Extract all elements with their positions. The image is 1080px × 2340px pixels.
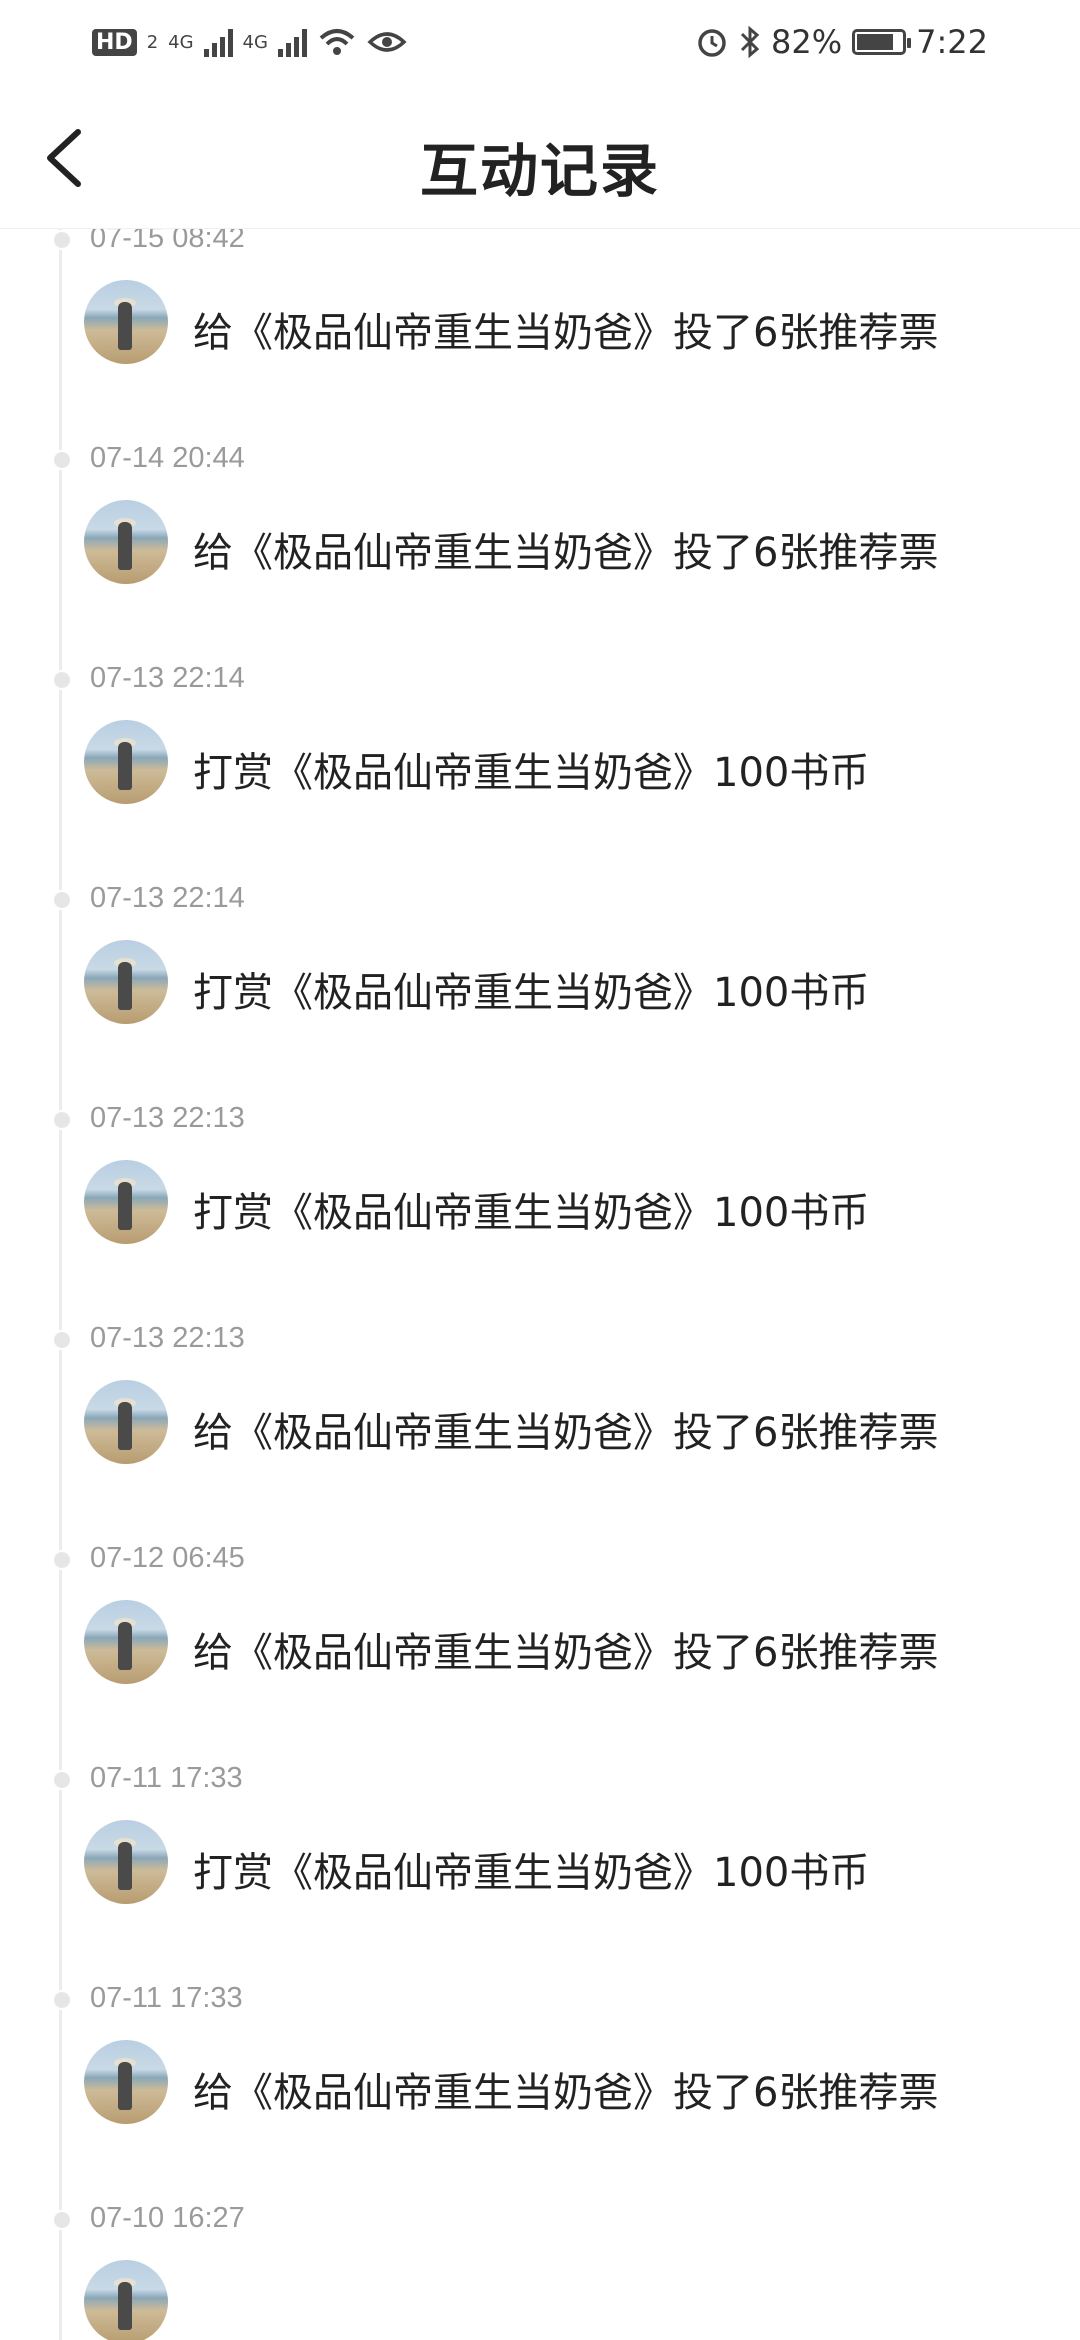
record-item[interactable]: 07-11 17:33 给《极品仙帝重生当奶爸》投了6张推荐票	[0, 1898, 1080, 2124]
wifi-icon	[319, 29, 355, 55]
record-text: 打赏《极品仙帝重生当奶爸》100书币	[193, 1190, 870, 1236]
avatar[interactable]	[84, 2040, 168, 2124]
record-text: 给《极品仙帝重生当奶爸》投了6张推荐票	[193, 530, 939, 576]
record-time: 07-13 22:13	[90, 1102, 245, 1134]
timeline-dot	[52, 1550, 72, 1570]
avatar[interactable]	[84, 1820, 168, 1904]
eye-icon	[367, 32, 407, 52]
timeline-dot	[52, 670, 72, 690]
hd-badge-sub: 2	[146, 31, 159, 53]
record-time: 07-12 06:45	[90, 1542, 245, 1574]
avatar[interactable]	[84, 2260, 168, 2340]
avatar[interactable]	[84, 1600, 168, 1684]
timeline-dot	[52, 2210, 72, 2230]
hd-badge: HD	[92, 28, 137, 56]
timeline-dot	[52, 1990, 72, 2010]
avatar[interactable]	[84, 940, 168, 1024]
record-time: 07-13 22:14	[90, 882, 245, 914]
record-time: 07-11 17:33	[90, 1982, 243, 2014]
record-text: 打赏《极品仙帝重生当奶爸》100书币	[193, 750, 870, 796]
record-item[interactable]: 07-14 20:44 给《极品仙帝重生当奶爸》投了6张推荐票	[0, 358, 1080, 584]
status-right-icons: 82% 7:22	[695, 22, 988, 62]
avatar[interactable]	[84, 1380, 168, 1464]
record-item[interactable]: 07-13 22:13 打赏《极品仙帝重生当奶爸》100书币	[0, 1018, 1080, 1244]
timeline-dot	[52, 1110, 72, 1130]
header: 互动记录	[0, 86, 1080, 229]
bluetooth-icon	[740, 25, 760, 59]
record-item[interactable]: 07-13 22:14 打赏《极品仙帝重生当奶爸》100书币	[0, 798, 1080, 1024]
record-item[interactable]: 07-12 06:45 给《极品仙帝重生当奶爸》投了6张推荐票	[0, 1458, 1080, 1684]
signal-icon-2	[277, 27, 307, 57]
signal-icon	[203, 27, 233, 57]
timeline-dot	[52, 450, 72, 470]
status-time: 7:22	[916, 23, 988, 61]
interaction-timeline[interactable]: 打赏《极品仙帝重生当奶爸》100书币 07-15 08:42 给《极品仙帝重生当…	[0, 140, 1080, 2340]
timeline-dot	[52, 1330, 72, 1350]
record-text: 给《极品仙帝重生当奶爸》投了6张推荐票	[193, 2070, 939, 2116]
record-time: 07-13 22:13	[90, 1322, 245, 1354]
record-text: 给《极品仙帝重生当奶爸》投了6张推荐票	[193, 310, 939, 356]
record-item[interactable]: 07-10 16:27	[0, 2118, 1080, 2340]
record-time: 07-14 20:44	[90, 442, 245, 474]
record-text: 给《极品仙帝重生当奶爸》投了6张推荐票	[193, 1410, 939, 1456]
avatar[interactable]	[84, 1160, 168, 1244]
timeline-dot	[52, 230, 72, 250]
record-item[interactable]: 07-13 22:14 打赏《极品仙帝重生当奶爸》100书币	[0, 578, 1080, 804]
status-bar: HD 2 4G 4G 82% 7:22	[0, 0, 1080, 86]
timeline-dot	[52, 890, 72, 910]
record-item[interactable]: 07-13 22:13 给《极品仙帝重生当奶爸》投了6张推荐票	[0, 1238, 1080, 1464]
battery-icon	[852, 29, 912, 55]
avatar[interactable]	[84, 720, 168, 804]
network-type-2: 4G	[242, 31, 268, 53]
record-time: 07-13 22:14	[90, 662, 245, 694]
status-left-icons: HD 2 4G 4G	[92, 22, 407, 62]
avatar[interactable]	[84, 500, 168, 584]
network-type-1: 4G	[168, 31, 194, 53]
record-time: 07-10 16:27	[90, 2202, 245, 2234]
record-text: 打赏《极品仙帝重生当奶爸》100书币	[193, 1850, 870, 1896]
battery-percent: 82%	[771, 23, 843, 61]
avatar[interactable]	[84, 280, 168, 364]
record-item[interactable]: 07-11 17:33 打赏《极品仙帝重生当奶爸》100书币	[0, 1678, 1080, 1904]
record-time: 07-11 17:33	[90, 1762, 243, 1794]
record-text: 给《极品仙帝重生当奶爸》投了6张推荐票	[193, 1630, 939, 1676]
record-text: 打赏《极品仙帝重生当奶爸》100书币	[193, 970, 870, 1016]
page-title: 互动记录	[419, 137, 660, 205]
alarm-icon	[698, 29, 726, 57]
timeline-dot	[52, 1770, 72, 1790]
